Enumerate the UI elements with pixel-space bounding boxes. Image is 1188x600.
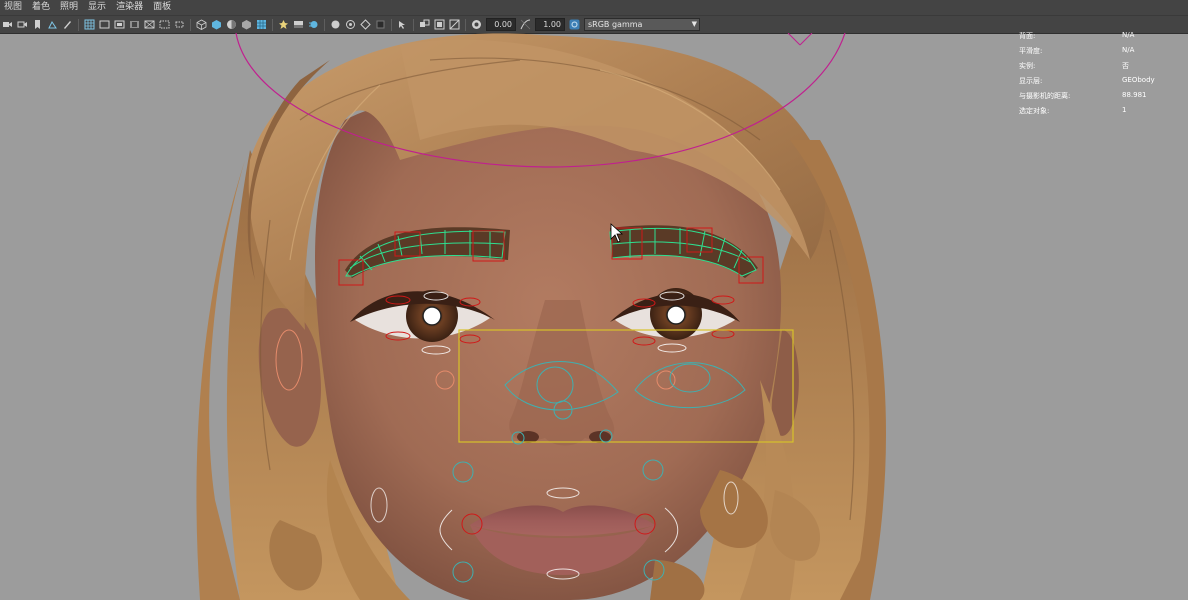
hud-row-smoothness: 平滑度: N/A (1019, 45, 1179, 60)
toolbar-divider (413, 18, 414, 31)
screen-space-ao-icon[interactable] (293, 19, 304, 30)
toolbar-divider (190, 18, 191, 31)
bookmark-icon[interactable] (32, 19, 43, 30)
gate-mask-icon[interactable] (129, 19, 140, 30)
panel-menu-bar: 视图 着色 照明 显示 渲染器 面板 (0, 0, 1188, 15)
hud-label: 与摄影机的距离: (1019, 92, 1071, 100)
hud-row-selected-objects: 选定对象: 1 (1019, 105, 1179, 120)
motion-blur-icon[interactable] (308, 19, 319, 30)
hud-label: 选定对象: (1019, 107, 1050, 115)
hud-row-display-layer: 显示层: GEObody (1019, 75, 1179, 90)
view-transform-dropdown[interactable]: sRGB gamma ▼ (584, 18, 700, 31)
grid-icon[interactable] (84, 19, 95, 30)
menu-panels[interactable]: 面板 (148, 0, 176, 15)
hud-label: 实例: (1019, 62, 1036, 70)
camera-select-icon[interactable] (2, 19, 13, 30)
toolbar-divider (391, 18, 392, 31)
field-chart-icon[interactable] (144, 19, 155, 30)
camera-attributes-icon[interactable] (17, 19, 28, 30)
grease-pencil-icon[interactable] (62, 19, 73, 30)
gamma-field[interactable]: 1.00 (535, 18, 565, 31)
image-plane-icon[interactable] (47, 19, 58, 30)
xray-icon[interactable] (330, 19, 341, 30)
resolution-icon[interactable] (449, 19, 460, 30)
hud-value: 88.981 (1122, 91, 1147, 99)
backface-icon[interactable] (360, 19, 371, 30)
hud-value: N/A (1122, 31, 1135, 39)
hud-value: 1 (1122, 106, 1127, 114)
resolution-gate-icon[interactable] (114, 19, 125, 30)
film-gate-icon[interactable] (99, 19, 110, 30)
lighting-icon[interactable] (256, 19, 267, 30)
color-management-icon[interactable] (569, 19, 580, 30)
menu-shading[interactable]: 着色 (27, 0, 55, 15)
isolate-select-icon[interactable] (375, 19, 386, 30)
hud-label: 显示层: (1019, 77, 1043, 85)
shadows-icon[interactable] (278, 19, 289, 30)
exposure-field[interactable]: 0.00 (486, 18, 516, 31)
view-transform-value: sRGB gamma (588, 20, 643, 29)
hud-row-backface: 背面: N/A (1019, 30, 1179, 45)
chevron-down-icon: ▼ (691, 20, 697, 28)
menu-show[interactable]: 显示 (83, 0, 111, 15)
toolbar-divider (78, 18, 79, 31)
hud-label: 背面: (1019, 32, 1036, 40)
gamma-icon[interactable] (520, 19, 531, 30)
menu-renderer[interactable]: 渲染器 (111, 0, 148, 15)
toolbar-divider (465, 18, 466, 31)
wireframe-icon[interactable] (196, 19, 207, 30)
safe-title-icon[interactable] (174, 19, 185, 30)
exposure-icon[interactable] (471, 19, 482, 30)
menu-lighting[interactable]: 照明 (55, 0, 83, 15)
hud-row-instance: 实例: 否 (1019, 60, 1179, 75)
toolbar-divider (324, 18, 325, 31)
textured-icon[interactable] (241, 19, 252, 30)
hud-value: 否 (1122, 62, 1129, 70)
3d-viewport[interactable] (0, 33, 1188, 600)
panel-toolbar: 0.00 1.00 sRGB gamma ▼ (0, 15, 1188, 34)
smooth-shade-icon[interactable] (211, 19, 222, 30)
hud-value: GEObody (1122, 76, 1155, 84)
hud-value: N/A (1122, 46, 1135, 54)
heads-up-display: 背面: N/A 平滑度: N/A 实例: 否 显示层: GEObody 与摄影机… (1019, 30, 1179, 120)
hud-label: 平滑度: (1019, 47, 1043, 55)
toolbar-divider (272, 18, 273, 31)
hud-toggle-icon[interactable] (434, 19, 445, 30)
xray-components-icon[interactable] (397, 19, 408, 30)
xray-joints-icon[interactable] (345, 19, 356, 30)
wireframe-on-shaded-icon[interactable] (226, 19, 237, 30)
camera-lock-icon[interactable] (419, 19, 430, 30)
hud-row-camera-distance: 与摄影机的距离: 88.981 (1019, 90, 1179, 105)
safe-action-icon[interactable] (159, 19, 170, 30)
menu-view[interactable]: 视图 (0, 0, 27, 15)
